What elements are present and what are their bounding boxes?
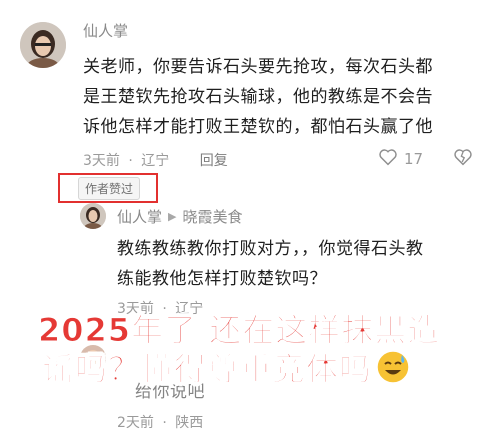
comment-line: 关老师，你要告诉石头要先抢攻，每次石头都 [83, 57, 433, 77]
comment-line: 是王楚钦先抢攻石头输球，他的教练是不会告 [83, 87, 433, 107]
reply-avatar[interactable] [80, 203, 106, 229]
like-button[interactable]: 17 [378, 148, 423, 170]
comment-text: 关老师，你要告诉石头要先抢攻，每次石头都 是王楚钦先抢攻石头输球，他的教练是不会… [83, 52, 493, 142]
reply-line: 教练教练教你打败对方，，你觉得石头教 [117, 239, 424, 259]
comment-username[interactable]: 仙人掌 [83, 20, 128, 41]
avatar[interactable] [20, 22, 66, 68]
reply-username[interactable]: 仙人掌 [117, 206, 162, 227]
reply2-time: 2天前 [117, 415, 154, 431]
like-count: 17 [404, 150, 424, 168]
dislike-button[interactable] [453, 148, 473, 170]
play-arrow-icon: ▶ [168, 210, 177, 223]
heart-icon [378, 148, 398, 170]
reply2-location: 陕西 [175, 415, 204, 431]
reply-header: 仙人掌 ▶ 晓霞美食 [117, 206, 243, 227]
comment-meta: 3天前 · 辽宁 回复 [83, 153, 228, 169]
reply-to-username[interactable]: 晓霞美食 [182, 206, 242, 227]
reply-button[interactable]: 回复 [200, 153, 228, 169]
reply-text: 教练教练教你打败对方，，你觉得石头教 练能教他怎样打败楚钦吗？ [117, 234, 492, 294]
overlay-caption-text: 谣吗？懂得尊重竞体吗 [41, 350, 373, 389]
overlay-caption-line2: 谣吗？懂得尊重竞体吗 [41, 344, 410, 390]
author-liked-badge: 作者赞过 [78, 177, 141, 200]
comment-time: 3天前 [83, 153, 120, 169]
comment-location: 辽宁 [141, 153, 170, 169]
broken-heart-icon [453, 149, 473, 170]
comment-line: 诉他怎样才能打败王楚钦的，都怕石头赢了他 [83, 117, 433, 137]
reply2-meta: 2天前 · 陕西 [117, 415, 204, 431]
reply-line: 练能教他怎样打败楚钦吗？ [117, 269, 327, 289]
sweat-smile-emoji-icon [376, 350, 410, 384]
